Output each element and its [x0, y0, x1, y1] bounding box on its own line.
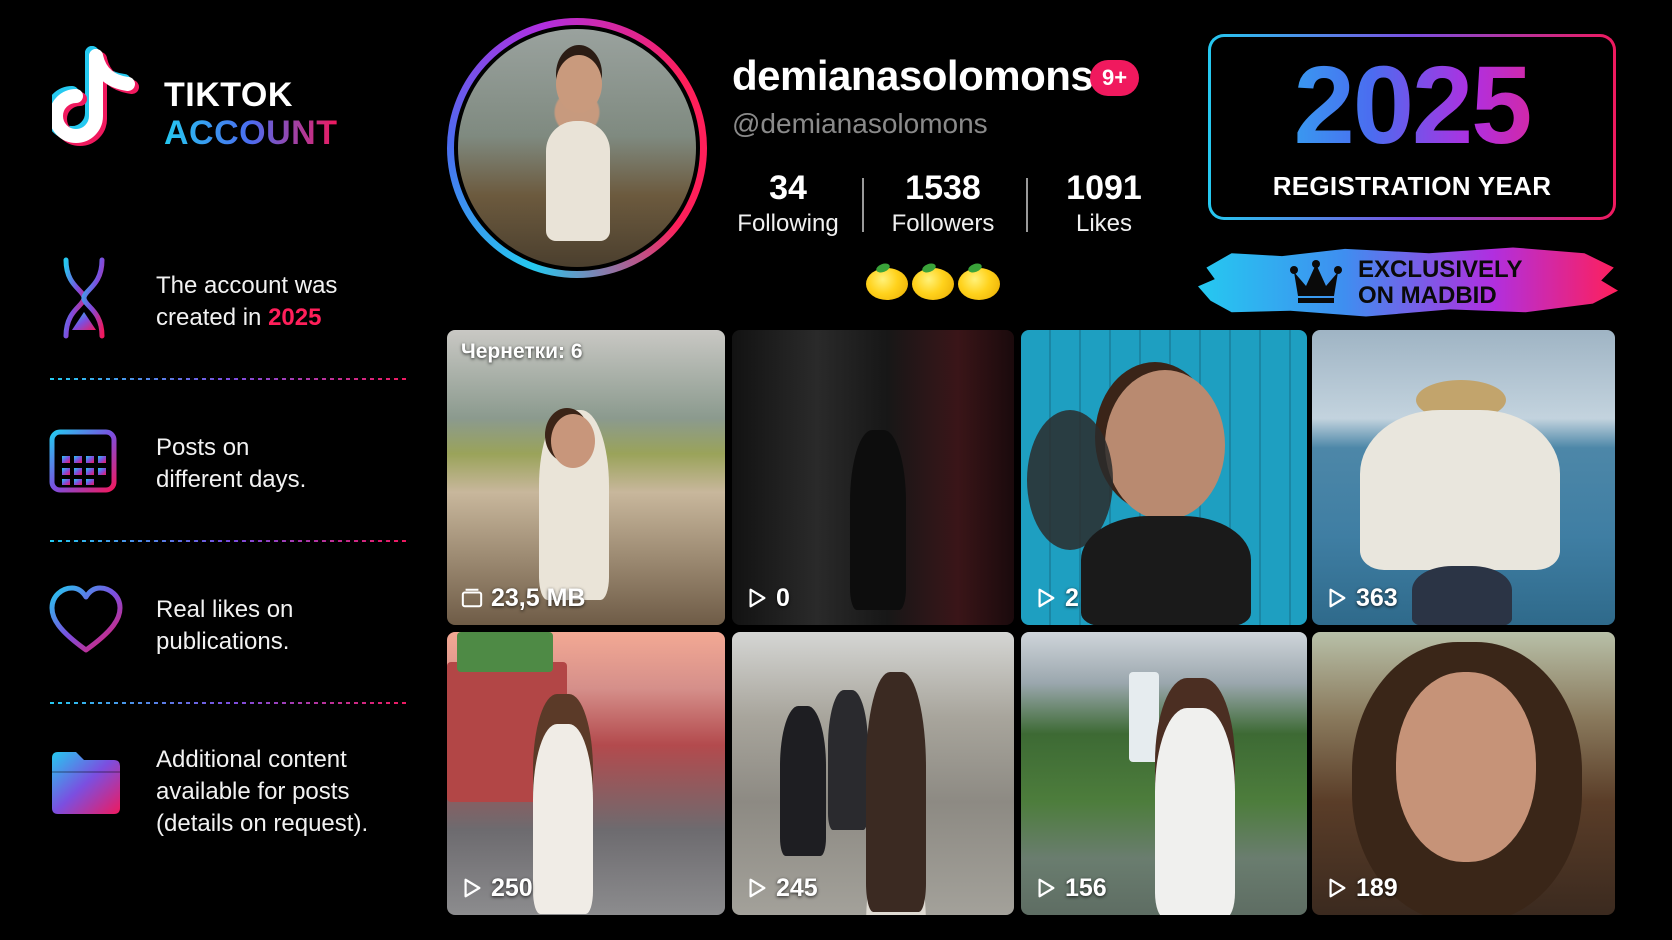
calendar-icon: [49, 422, 117, 493]
crown-icon: [1290, 260, 1342, 303]
grid-tile-video[interactable]: 156: [1021, 632, 1307, 915]
grid-tile-video[interactable]: 250: [447, 632, 725, 915]
stat-value: 1091: [1066, 169, 1142, 207]
hourglass-icon: [57, 257, 111, 339]
grid-tile-video[interactable]: 363: [1312, 330, 1615, 625]
feature-additional-content: Additional content available for posts (…: [48, 744, 408, 854]
exclusive-banner: EXCLUSIVELY ON MADBID: [1198, 242, 1618, 322]
feature-text: Real likes on publications.: [156, 596, 294, 655]
tile-views: 0: [746, 583, 790, 613]
lemon-icon: [958, 268, 1000, 300]
stat-value: 1538: [905, 169, 981, 207]
brand-header: TIKTOK ACCOUNT: [52, 46, 412, 156]
tiktok-logo-icon: [52, 46, 139, 146]
profile-emoji-bio: 🍋🍋🍋: [866, 264, 1006, 304]
tile-views: 250: [461, 873, 533, 903]
play-icon: [749, 588, 766, 608]
stat-value: 34: [769, 169, 807, 207]
divider: [50, 700, 410, 704]
play-icon: [1038, 878, 1055, 898]
drafts-label: Чернетки: 6: [461, 340, 583, 363]
registration-year-box: 2025 REGISTRATION YEAR: [1208, 34, 1616, 220]
feature-real-likes: Real likes on publications.: [48, 584, 408, 664]
grid-tile-drafts[interactable]: Чернетки: 6 23,5 MB: [447, 330, 725, 625]
avatar[interactable]: [454, 25, 700, 271]
lemon-icon: [866, 268, 908, 300]
heart-icon: [49, 585, 123, 653]
stat-followers[interactable]: 1538 Followers: [873, 168, 1013, 240]
tile-size: 23,5 MB: [461, 583, 585, 613]
stat-label: Likes: [1075, 210, 1133, 237]
feature-text: Additional content available for posts (…: [156, 746, 369, 837]
tile-views: 2: [1035, 583, 1079, 613]
feature-text: The account was created in 2025: [156, 272, 338, 331]
feature-posts-days: Posts on different days.: [48, 420, 408, 500]
stat-following[interactable]: 34 Following: [718, 168, 858, 240]
drafts-folder-icon: [461, 588, 483, 608]
tile-views: 189: [1326, 873, 1398, 903]
lemon-icon: [912, 268, 954, 300]
divider: [50, 538, 410, 542]
stat-label: Followers: [891, 210, 995, 237]
stat-label: Following: [737, 210, 839, 237]
divider: [50, 376, 410, 380]
feature-text: Posts on different days.: [156, 434, 307, 493]
grid-tile-video[interactable]: 189: [1312, 632, 1615, 915]
highlight-year: 2025: [268, 304, 322, 331]
stat-likes[interactable]: 1091 Likes: [1034, 168, 1174, 240]
brand-title-line1: TIKTOK: [164, 76, 293, 114]
stat-divider: [862, 178, 864, 232]
brand-title-line2: ACCOUNT: [164, 114, 338, 152]
tile-views: 363: [1326, 583, 1398, 613]
grid-tile-video[interactable]: 0: [732, 330, 1014, 625]
play-icon: [749, 878, 766, 898]
registration-year: 2025: [1211, 51, 1613, 161]
stat-divider: [1026, 178, 1028, 232]
folder-icon: [52, 752, 120, 814]
profile-avatar-ring: [447, 18, 707, 278]
notification-badge[interactable]: 9+: [1090, 60, 1140, 96]
profile-username: demianasolomons: [732, 52, 1094, 99]
play-icon: [464, 878, 481, 898]
play-icon: [1038, 588, 1055, 608]
grid-tile-video[interactable]: 245: [732, 632, 1014, 915]
feature-created-year: The account was created in 2025: [48, 256, 408, 342]
profile-handle: @demianasolomons: [732, 108, 988, 139]
tile-views: 245: [746, 873, 818, 903]
play-icon: [1329, 878, 1346, 898]
registration-label: REGISTRATION YEAR: [1272, 171, 1552, 201]
tile-views: 156: [1035, 873, 1107, 903]
play-icon: [1329, 588, 1346, 608]
exclusive-text: EXCLUSIVELY ON MADBID: [1358, 256, 1523, 309]
grid-tile-video[interactable]: 2: [1021, 330, 1307, 625]
